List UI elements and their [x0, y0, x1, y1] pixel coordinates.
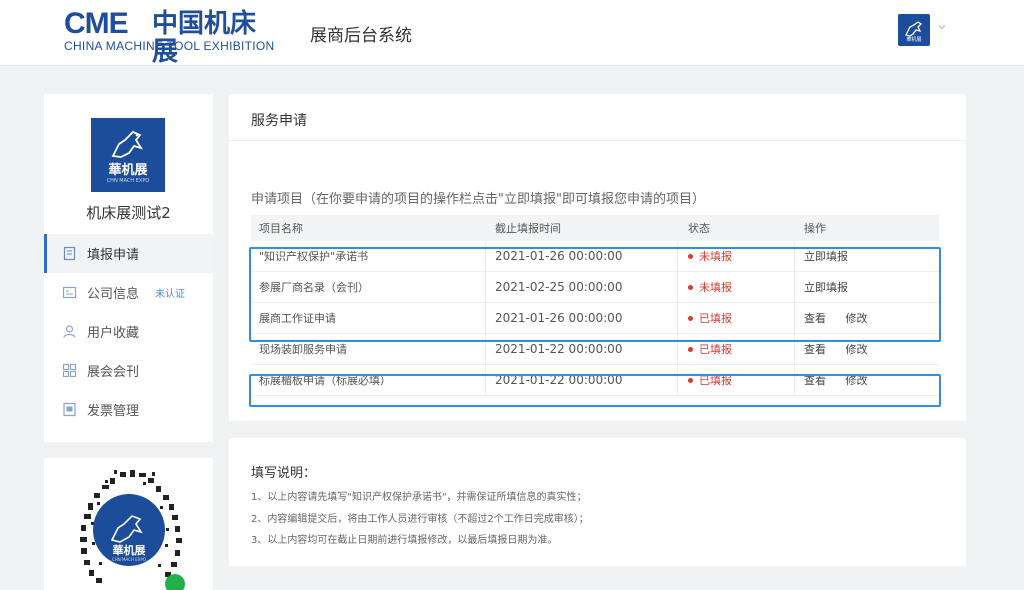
- row-status: 已填报: [678, 333, 795, 365]
- logo-english: CHINA MACHINE TOOL EXHIBITION: [64, 39, 275, 53]
- sidebar-item-label: 填报申请: [87, 248, 140, 263]
- edit-button[interactable]: 修改: [846, 374, 868, 387]
- qr-logo-text: 華机展: [113, 543, 147, 557]
- document-icon: [63, 246, 76, 261]
- row-actions: 查看 修改: [795, 341, 939, 357]
- qr-logo-subtext: CHN MACH EXPO: [112, 557, 146, 562]
- row-name: 现场装卸服务申请: [251, 333, 486, 365]
- system-title: 展商后台系统: [310, 26, 412, 46]
- status-badge: 未填报: [699, 281, 732, 294]
- column-header-actions: 操作: [804, 222, 826, 235]
- divider: [229, 140, 966, 141]
- table-header: 项目名称 截止填报时间 状态 操作: [251, 215, 939, 241]
- row-status: 未填报: [678, 240, 795, 272]
- row-status: 已填报: [678, 364, 795, 396]
- grid-icon: [62, 363, 77, 378]
- row-name: 参展厂商名录（会刊）: [251, 271, 486, 303]
- page-title: 服务申请: [251, 113, 307, 129]
- sidebar-menu: 填报申请 公司信息 未认证 用户收藏 展会会刊 发票管理: [44, 234, 213, 429]
- row-status: 已填报: [678, 302, 795, 334]
- sidebar-item-company-info[interactable]: 公司信息 未认证: [44, 273, 213, 312]
- status-badge: 已填报: [699, 312, 732, 325]
- table-row: 参展厂商名录（会刊） 2021-02-25 00:00:00 未填报 立即填报: [251, 271, 939, 303]
- user-avatar[interactable]: 華机展: [898, 14, 930, 46]
- edit-button[interactable]: 修改: [846, 343, 868, 356]
- logo-subtext: CHN MACH EXPO: [106, 177, 150, 184]
- status-dot-icon: [688, 346, 693, 352]
- status-dot-icon: [688, 253, 693, 259]
- user-icon: [63, 325, 76, 338]
- row-name: "知识产权保护"承诺书: [251, 240, 486, 272]
- sidebar-item-label: 公司信息: [87, 287, 140, 302]
- logo-mark: CME: [64, 7, 129, 40]
- instructions-card: 填写说明： 1、以上内容请先填写"知识产权保护承诺书"，并需保证所填信息的真实性…: [229, 438, 966, 566]
- view-button[interactable]: 查看: [804, 374, 826, 387]
- sidebar: 華机展 CHN MACH EXPO 机床展测试2 填报申请 公司信息 未认证 用…: [44, 94, 213, 442]
- row-actions: 查看 修改: [795, 372, 939, 388]
- sidebar-item-invoice[interactable]: 发票管理: [44, 390, 213, 429]
- row-deadline: 2021-01-22 00:00:00: [486, 364, 678, 396]
- sidebar-item-label: 展会会刊: [87, 365, 140, 380]
- table-row: "知识产权保护"承诺书 2021-01-26 00:00:00 未填报 立即填报: [251, 240, 939, 272]
- status-dot-icon: [688, 377, 693, 383]
- row-deadline: 2021-01-26 00:00:00: [486, 240, 678, 272]
- instruction-line: 1、以上内容请先填写"知识产权保护承诺书"，并需保证所填信息的真实性；: [251, 492, 587, 503]
- service-application-card: 服务申请 申请项目（在你要申请的项目的操作栏点击"立即填报"即可填报您申请的项目…: [229, 94, 966, 421]
- row-name: 展商工作证申请: [251, 302, 486, 334]
- application-hint: 申请项目（在你要申请的项目的操作栏点击"立即填报"即可填报您申请的项目）: [251, 192, 705, 207]
- status-badge: 已填报: [699, 374, 732, 387]
- column-header-name: 项目名称: [259, 222, 303, 235]
- company-name: 机床展测试2: [86, 204, 171, 222]
- top-bar: CME 中国机床展 CHINA MACHINE TOOL EXHIBITION …: [0, 0, 1024, 66]
- status-dot-icon: [688, 315, 693, 321]
- row-actions: 立即填报: [795, 279, 939, 295]
- sidebar-item-label: 发票管理: [87, 404, 140, 419]
- sidebar-item-favorites[interactable]: 用户收藏: [44, 312, 213, 351]
- row-actions: 查看 修改: [795, 310, 939, 326]
- view-button[interactable]: 查看: [804, 343, 826, 356]
- fill-now-button[interactable]: 立即填报: [804, 250, 848, 263]
- row-deadline: 2021-01-22 00:00:00: [486, 333, 678, 365]
- edit-button[interactable]: 修改: [846, 312, 868, 325]
- status-badge: 已填报: [699, 343, 732, 356]
- horse-logo-icon: [111, 130, 144, 158]
- instruction-line: 3、以上内容均可在截止日期前进行填报修改，以最后填报日期为准。: [251, 535, 558, 546]
- logo-text: 華机展: [108, 162, 148, 178]
- chevron-down-icon[interactable]: [937, 22, 947, 32]
- column-header-status: 状态: [688, 222, 710, 235]
- table-row: 现场装卸服务申请 2021-01-22 00:00:00 已填报 查看 修改: [251, 333, 939, 365]
- svg-text:華机展: 華机展: [906, 36, 921, 43]
- invoice-icon: [63, 402, 76, 417]
- table-row: 标展楣板申请（标展必填） 2021-01-22 00:00:00 已填报 查看 …: [251, 364, 939, 396]
- sidebar-item-apply[interactable]: 填报申请: [44, 234, 213, 273]
- row-actions: 立即填报: [795, 248, 939, 264]
- row-deadline: 2021-01-26 00:00:00: [486, 302, 678, 334]
- cme-logo[interactable]: CME 中国机床展 CHINA MACHINE TOOL EXHIBITION: [64, 7, 280, 67]
- sidebar-item-catalog[interactable]: 展会会刊: [44, 351, 213, 390]
- qr-code-card: 華机展 CHN MACH EXPO: [44, 458, 213, 590]
- column-header-deadline: 截止填报时间: [495, 222, 561, 235]
- logo-chinese: 中国机床展: [152, 9, 257, 67]
- row-deadline: 2021-02-25 00:00:00: [486, 271, 678, 303]
- table-row: 展商工作证申请 2021-01-26 00:00:00 已填报 查看 修改: [251, 302, 939, 334]
- view-button[interactable]: 查看: [804, 312, 826, 325]
- qr-code-image: 華机展 CHN MACH EXPO: [80, 470, 185, 590]
- status-badge: 未填报: [699, 250, 732, 263]
- instructions-title: 填写说明：: [251, 466, 317, 481]
- company-icon: [62, 286, 77, 299]
- instruction-line: 2、内容编辑提交后，将由工作人员进行审核（不超过2个工作日完成审核）；: [251, 514, 589, 525]
- row-name: 标展楣板申请（标展必填）: [251, 364, 486, 396]
- status-dot-icon: [688, 284, 693, 290]
- unverified-badge: 未认证: [155, 289, 186, 300]
- row-status: 未填报: [678, 271, 795, 303]
- company-logo: 華机展 CHN MACH EXPO: [91, 118, 165, 192]
- sidebar-item-label: 用户收藏: [87, 326, 140, 341]
- horse-logo-icon: 華机展: [905, 21, 923, 43]
- fill-now-button[interactable]: 立即填报: [804, 281, 848, 294]
- application-table: 项目名称 截止填报时间 状态 操作 "知识产权保护"承诺书 2021-01-26…: [251, 215, 939, 396]
